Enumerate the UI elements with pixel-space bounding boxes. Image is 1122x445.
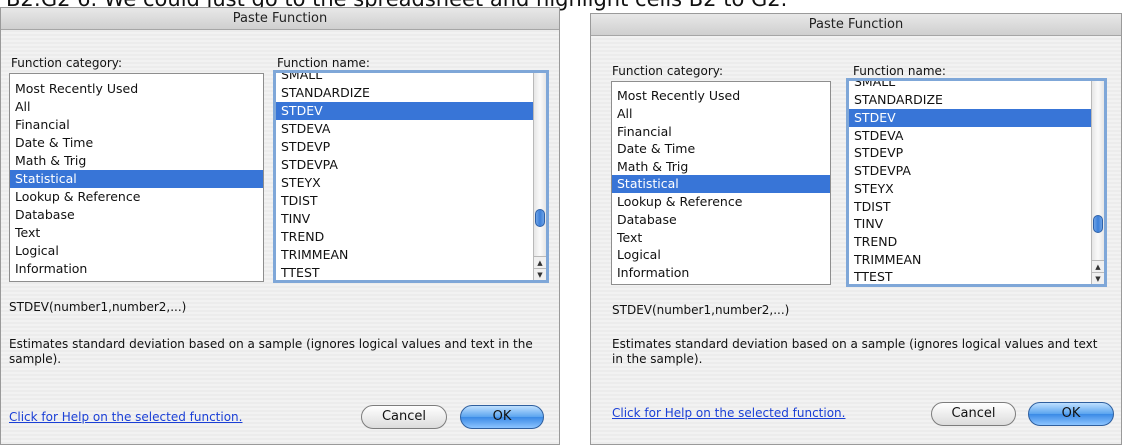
category-item[interactable]: Logical [612,246,830,264]
scrollbar-thumb[interactable] [535,209,545,227]
function-name-list[interactable]: SMALL STANDARDIZE STDEV STDEVA STDEVP ST… [846,78,1107,287]
category-item[interactable]: All [10,98,263,116]
paste-function-dialog-right: Paste Function Function category: Functi… [590,13,1122,445]
category-item[interactable]: Math & Trig [10,152,263,170]
function-description: Estimates standard deviation based on a … [612,337,1098,366]
help-link[interactable]: Click for Help on the selected function. [612,406,845,420]
scroll-down-arrow-icon[interactable]: ▼ [1092,272,1104,284]
function-item[interactable]: STEYX [849,180,1091,198]
category-item[interactable]: Most Recently Used [612,87,830,105]
function-category-list[interactable]: Most Recently Used All Financial Date & … [611,81,831,285]
scrollbar-thumb[interactable] [1093,215,1103,233]
function-item[interactable]: TRIMMEAN [849,251,1091,269]
function-item[interactable]: TREND [849,233,1091,251]
function-item[interactable]: STDEVA [276,120,533,138]
category-item[interactable]: Date & Time [10,134,263,152]
function-name-list[interactable]: SMALL STANDARDIZE STDEV STDEVA STDEVP ST… [273,70,549,283]
function-item[interactable]: STANDARDIZE [276,84,533,102]
category-item[interactable]: All [612,105,830,123]
paste-function-dialog-left: Paste Function Function category: Functi… [0,7,560,445]
category-item-selected[interactable]: Statistical [612,175,830,193]
category-item[interactable]: Logical [10,242,263,260]
function-item-selected[interactable]: STDEV [849,109,1091,127]
dialog-title: Paste Function [591,14,1121,36]
function-item[interactable]: STDEVA [849,127,1091,145]
function-syntax: STDEV(number1,number2,...) [612,303,790,317]
category-item-selected[interactable]: Statistical [10,170,263,188]
function-item[interactable]: STDEVPA [276,156,533,174]
function-description: Estimates standard deviation based on a … [9,337,533,366]
function-category-label: Function category: [612,64,724,78]
function-item[interactable]: STEYX [276,174,533,192]
category-item[interactable]: Lookup & Reference [612,193,830,211]
ok-button[interactable]: OK [460,405,544,429]
function-item[interactable]: TTEST [849,268,1091,284]
function-item[interactable]: STANDARDIZE [849,91,1091,109]
function-item-selected[interactable]: STDEV [276,102,533,120]
ok-button[interactable]: OK [1028,402,1114,426]
function-item[interactable]: TINV [276,210,533,228]
dialog-title: Paste Function [1,8,559,30]
function-item[interactable]: TDIST [849,198,1091,216]
category-item[interactable]: Financial [612,123,830,141]
function-item[interactable]: TINV [849,215,1091,233]
function-item[interactable]: SMALL [276,73,533,84]
category-item[interactable]: Database [612,211,830,229]
function-item[interactable]: STDEVP [849,144,1091,162]
function-name-label: Function name: [277,56,370,70]
category-item[interactable]: Most Recently Used [10,80,263,98]
function-name-label: Function name: [853,64,946,78]
function-category-list[interactable]: Most Recently Used All Financial Date & … [9,73,264,282]
function-item[interactable]: STDEVPA [849,162,1091,180]
function-item[interactable]: SMALL [849,81,1091,91]
function-item[interactable]: TREND [276,228,533,246]
category-item[interactable]: Information [612,264,830,282]
cancel-button[interactable]: Cancel [931,402,1016,426]
category-item[interactable]: Information [10,260,263,278]
scroll-down-arrow-icon[interactable]: ▼ [534,268,546,280]
function-item[interactable]: STDEVP [276,138,533,156]
function-item[interactable]: TRIMMEAN [276,246,533,264]
help-link[interactable]: Click for Help on the selected function. [9,410,242,424]
function-list-scrollbar[interactable]: ▲ ▼ [533,73,546,280]
function-item[interactable]: TDIST [276,192,533,210]
scroll-up-arrow-icon[interactable]: ▲ [534,256,546,268]
function-list-scrollbar[interactable]: ▲ ▼ [1091,81,1104,284]
cancel-button[interactable]: Cancel [361,405,447,429]
category-item[interactable]: Text [612,229,830,247]
category-item[interactable]: Date & Time [612,140,830,158]
category-item[interactable]: Database [10,206,263,224]
category-item[interactable]: Math & Trig [612,158,830,176]
function-syntax: STDEV(number1,number2,...) [9,300,187,314]
function-category-label: Function category: [11,56,123,70]
category-item[interactable]: Financial [10,116,263,134]
category-item[interactable]: Text [10,224,263,242]
category-item[interactable]: Lookup & Reference [10,188,263,206]
function-item[interactable]: TTEST [276,264,533,280]
scroll-up-arrow-icon[interactable]: ▲ [1092,260,1104,272]
